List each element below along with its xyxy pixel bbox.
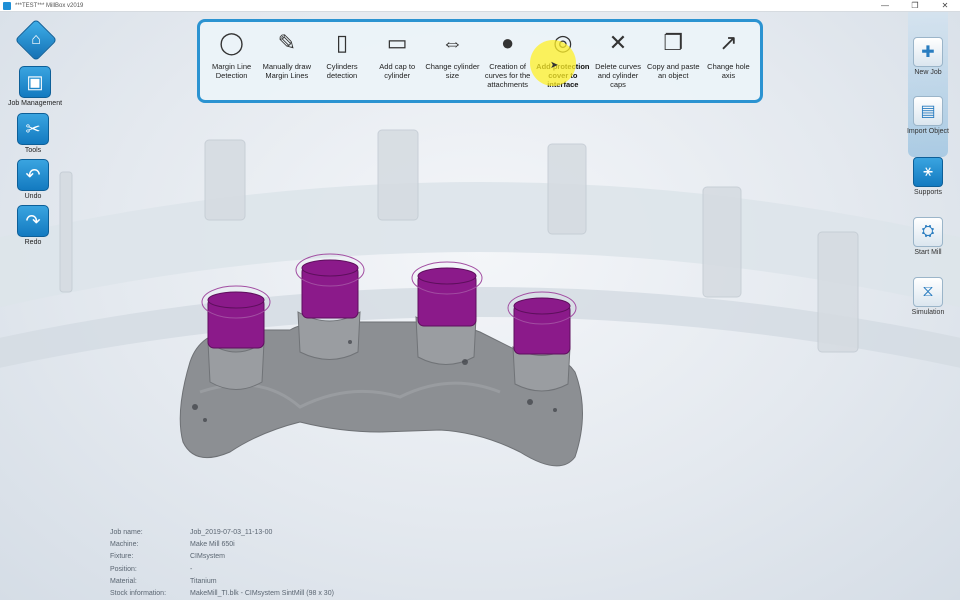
change-hole-axis-tool[interactable]: ↗ Change hole axis [701,25,756,100]
undo-button[interactable]: ↶ Undo [0,159,68,200]
margin-line-icon: ◯ [219,29,244,55]
simulation-label: Simulation [911,309,945,316]
delete-curves-icon: ✕ [608,29,628,55]
mouse-cursor-icon: ➤ [550,60,559,71]
info-key: Fixture: [110,553,134,561]
simulation-button[interactable]: ⧖ Simulation [898,277,958,316]
redo-button[interactable]: ↷ Redo [0,205,68,246]
minimize-button[interactable]: — [870,0,900,12]
info-key: Stock information: [110,590,167,598]
home-button[interactable]: ⌂ [14,18,58,62]
add-cap-tool[interactable]: ▭ Add cap to cylinder [370,25,425,100]
info-value: Titanium [190,577,217,585]
info-row-job-name: Job name: Job_2019-07-03_11-13-00 [110,526,410,538]
job-management-icon: ▣ [19,66,51,98]
maximize-button[interactable]: ❐ [900,0,930,12]
undo-icon: ↶ [17,159,49,191]
tools-icon: ✂ [17,113,49,145]
draw-margin-icon: ✎ [277,29,297,55]
info-key: Material: [110,577,137,585]
app-logo-icon [3,1,11,10]
job-management-label: Job Management [7,100,63,107]
info-value: MakeMill_TI.blk - CIMsystem SintMill (98… [190,590,334,598]
import-object-button[interactable]: ▤ Import Object [898,96,958,135]
info-row-material: Material: Titanium [110,575,410,587]
attachment-curves-icon: ● [500,29,515,55]
title-bar: ***TEST*** MillBox v2019 — ❐ ✕ [0,0,960,12]
home-icon: ⌂ [31,31,41,48]
info-value: Job_2019-07-03_11-13-00 [190,528,273,536]
close-button[interactable]: ✕ [930,0,960,12]
window-controls: — ❐ ✕ [870,0,960,12]
supports-icon: ⚹ [913,157,943,187]
change-cylinder-size-tool[interactable]: ⇔ Change cylinder size [425,25,480,100]
cylinder-size-icon: ⇔ [441,29,464,55]
draw-margin-lines-tool[interactable]: ✎ Manually draw Margin Lines [259,25,314,100]
tools-label: Tools [24,147,42,154]
redo-icon: ↷ [17,205,49,237]
tool-label: Manually draw Margin Lines [262,62,311,80]
window-title: ***TEST*** MillBox v2019 [15,2,84,9]
info-value: Make Mill 650i [190,540,235,548]
info-row-machine: Machine: Make Mill 650i [110,538,410,550]
info-value: - [190,565,193,573]
info-key: Position: [110,565,137,573]
tool-label: Change hole axis [707,62,750,80]
delete-curves-tool[interactable]: ✕ Delete curves and cylinder caps [590,25,645,100]
tool-label: Add cap to cylinder [379,62,416,80]
tools-button[interactable]: ✂ Tools [0,113,68,154]
cylinders-detection-tool[interactable]: ▯ Cylinders detection [314,25,369,100]
info-key: Machine: [110,540,139,548]
new-job-icon: ✚ [913,37,943,67]
supports-button[interactable]: ⚹ Supports [898,157,958,196]
tool-label: Cylinders detection [326,62,358,80]
start-mill-icon: ⛭ [913,217,943,247]
info-row-position: Position: - [110,563,410,575]
supports-label: Supports [913,189,943,196]
import-object-label: Import Object [906,128,949,135]
start-mill-label: Start Mill [914,249,942,256]
cylinder-detect-icon: ▯ [335,29,349,55]
info-key: Job name: [110,528,143,536]
margin-line-detection-tool[interactable]: ◯ Margin Line Detection [204,25,259,100]
job-info-panel: Job name: Job_2019-07-03_11-13-00 Machin… [110,526,410,600]
import-object-icon: ▤ [913,96,943,126]
add-cap-icon: ▭ [386,29,408,55]
margin-tools-toolbar: ◯ Margin Line Detection ✎ Manually draw … [197,19,763,103]
info-value: CIMsystem [190,553,225,561]
redo-label: Redo [24,239,42,246]
copy-paste-icon: ❐ [663,29,684,55]
tool-label: Creation of curves for the attachments [484,62,531,89]
new-job-label: New Job [914,69,942,76]
copy-paste-tool[interactable]: ❐ Copy and paste an object [646,25,701,100]
new-job-button[interactable]: ✚ New Job [898,37,958,76]
hole-axis-icon: ↗ [719,29,738,55]
simulation-icon: ⧖ [913,277,943,307]
tool-label: Copy and paste an object [646,62,700,80]
tool-label: Margin Line Detection [212,62,252,80]
job-management-button[interactable]: ▣ Job Management [0,66,70,107]
attachment-curves-tool[interactable]: ● Creation of curves for the attachments [480,25,535,100]
tool-label: Delete curves and cylinder caps [595,62,641,89]
start-mill-button[interactable]: ⛭ Start Mill [898,217,958,256]
info-row-fixture: Fixture: CIMsystem [110,551,410,563]
undo-label: Undo [24,193,42,200]
tool-label: Change cylinder size [425,62,480,80]
info-row-stock: Stock information: MakeMill_TI.blk - CIM… [110,587,410,599]
right-toolbar-strip [908,12,948,157]
